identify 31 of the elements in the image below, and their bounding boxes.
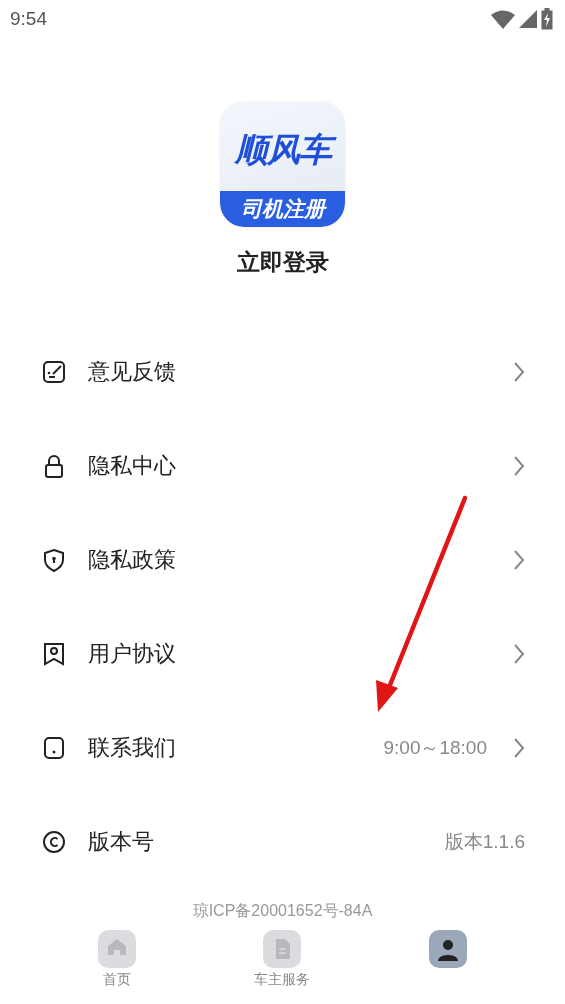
login-link[interactable]: 立即登录: [236, 247, 329, 278]
phone-icon: [42, 736, 66, 760]
menu-item[interactable]: 版本号 版本1.1.6: [0, 795, 565, 889]
menu-item[interactable]: 联系我们 9:00～18:00: [0, 701, 565, 795]
menu-label: 隐私中心: [88, 452, 177, 480]
icp-number: 琼ICP备20001652号-84A: [192, 901, 373, 921]
wifi-icon: [491, 9, 515, 29]
logo-subtitle: 司机注册: [220, 191, 345, 227]
menu-item[interactable]: 隐私中心: [0, 419, 565, 513]
menu-label: 联系我们: [88, 734, 177, 762]
tab-button[interactable]: [429, 930, 468, 968]
menu-value: 9:00～18:00: [383, 736, 487, 760]
copyright-icon: [42, 830, 66, 854]
battery-icon: [541, 8, 553, 30]
menu-label: 版本号: [88, 828, 155, 856]
menu-label: 用户协议: [88, 640, 177, 668]
menu-label: 隐私政策: [88, 546, 177, 574]
menu-item[interactable]: 意见反馈: [0, 325, 565, 419]
menu-value: 版本1.1.6: [444, 830, 525, 854]
edit-icon: [42, 360, 66, 384]
signal-icon: [519, 10, 537, 28]
shield-icon: [42, 548, 66, 572]
logo-title: 顺风车: [220, 102, 345, 191]
bookmark-icon: [42, 642, 66, 666]
menu-label: 意见反馈: [88, 358, 177, 386]
menu-item[interactable]: 用户协议: [0, 607, 565, 701]
tab-label: 车主服务: [254, 971, 311, 989]
lock-icon: [42, 454, 66, 478]
tab-label: 首页: [102, 971, 131, 989]
menu-item[interactable]: 隐私政策: [0, 513, 565, 607]
clock-time: 9:54: [10, 8, 47, 30]
